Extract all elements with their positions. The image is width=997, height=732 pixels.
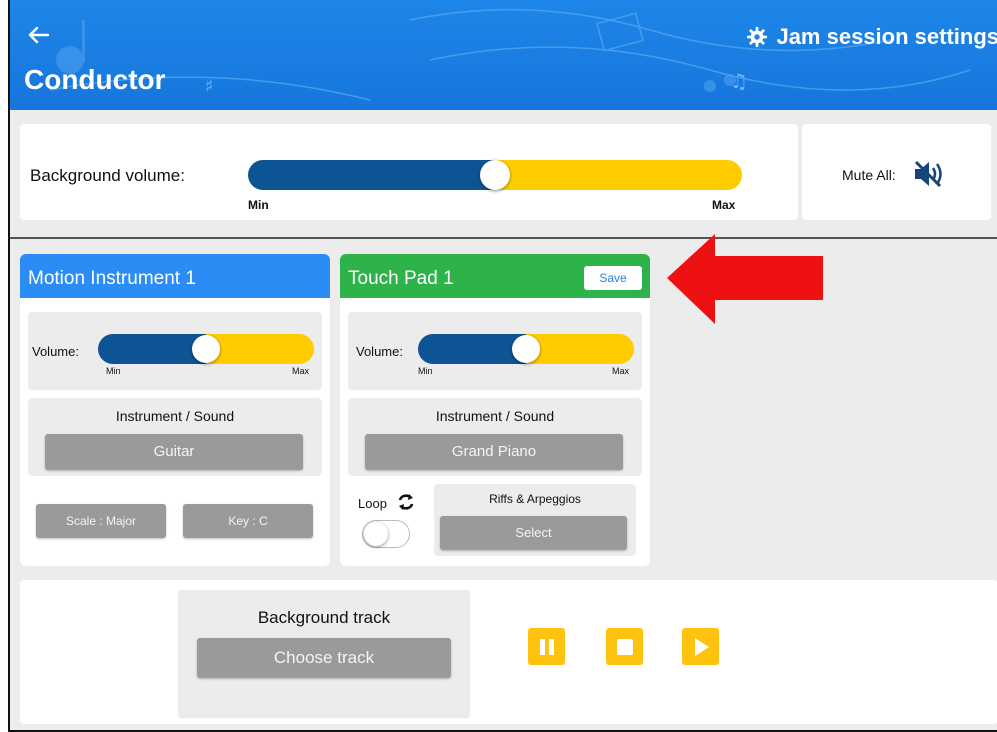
loop-icon <box>398 494 414 510</box>
motion-sound-title: Instrument / Sound <box>115 408 235 424</box>
slider-fill-left <box>248 160 495 190</box>
slider-fill-right <box>526 334 634 364</box>
mute-all-button[interactable] <box>912 160 944 193</box>
app-frame: ♯ ♫ Conductor Jam session settings Backg… <box>8 0 997 732</box>
motion-sound-button[interactable]: Guitar <box>45 434 303 470</box>
back-button[interactable] <box>24 20 54 50</box>
touch-sound-title: Instrument / Sound <box>435 408 555 424</box>
touch-sound-button[interactable]: Grand Piano <box>365 434 623 470</box>
loop-toggle[interactable] <box>362 520 410 548</box>
play-icon <box>694 637 709 656</box>
background-volume-label: Background volume: <box>30 166 185 185</box>
pause-button[interactable] <box>528 628 565 665</box>
key-button[interactable]: Key : C <box>183 504 313 538</box>
stop-button[interactable] <box>606 628 643 665</box>
app-header: ♯ ♫ Conductor Jam session settings <box>10 0 997 110</box>
play-button[interactable] <box>682 628 719 665</box>
slider-knob[interactable] <box>192 335 220 363</box>
volume-muted-icon <box>914 160 942 188</box>
red-arrow-annotation <box>667 234 823 324</box>
settings-label: Jam session settings <box>776 24 997 49</box>
slider-knob[interactable] <box>512 335 540 363</box>
scale-button[interactable]: Scale : Major <box>36 504 166 538</box>
touch-pad-panel: Touch Pad 1 Save Volume: Min Max Instrum… <box>340 254 650 566</box>
motion-volume-box: Volume: Min Max <box>28 312 322 390</box>
page-title: Conductor <box>24 64 166 95</box>
touch-volume-label: Volume: <box>356 344 403 359</box>
choose-track-button[interactable]: Choose track <box>197 638 451 678</box>
touch-volume-slider[interactable] <box>418 334 634 364</box>
motion-volume-label: Volume: <box>32 344 79 359</box>
slider-fill-left <box>98 334 206 364</box>
background-track-box: Background track Choose track <box>178 590 470 718</box>
touch-volume-min: Min <box>418 366 433 376</box>
slider-fill-right <box>495 160 742 190</box>
arrow-left-icon <box>28 26 50 44</box>
toggle-knob <box>364 522 388 546</box>
touch-sound-box: Instrument / Sound Grand Piano <box>348 398 642 476</box>
section-divider <box>10 237 997 239</box>
jam-session-settings-button[interactable]: Jam session settings <box>746 24 997 50</box>
loop-icon-wrap <box>396 492 416 517</box>
motion-instrument-header: Motion Instrument 1 <box>20 254 330 298</box>
motion-sound-box: Instrument / Sound Guitar <box>28 398 322 476</box>
riffs-select-button[interactable]: Select <box>440 516 627 550</box>
pause-icon <box>539 638 554 655</box>
save-button[interactable]: Save <box>584 266 642 290</box>
stop-icon <box>616 638 633 655</box>
touch-volume-box: Volume: Min Max <box>348 312 642 390</box>
motion-instrument-panel: Motion Instrument 1 Volume: Min Max Inst… <box>20 254 330 566</box>
touch-pad-title: Touch Pad 1 <box>348 268 454 289</box>
background-track-title: Background track <box>257 608 391 627</box>
gear-icon <box>747 26 768 48</box>
background-volume-card: Background volume: Min Max <box>20 124 798 220</box>
motion-volume-slider[interactable] <box>98 334 314 364</box>
background-track-card: Background track Choose track <box>20 580 997 724</box>
slider-knob[interactable] <box>480 160 510 190</box>
touch-volume-max: Max <box>612 366 630 376</box>
riffs-box: Riffs & Arpeggios Select <box>434 484 636 556</box>
svg-text:♫: ♫ <box>730 69 748 93</box>
background-volume-min: Min <box>248 198 269 212</box>
background-volume-max: Max <box>712 198 736 212</box>
mute-all-card: Mute All: <box>802 124 991 220</box>
slider-fill-right <box>206 334 314 364</box>
riffs-title: Riffs & Arpeggios <box>489 492 581 506</box>
svg-text:♯: ♯ <box>205 76 214 97</box>
motion-volume-max: Max <box>292 366 310 376</box>
slider-fill-left <box>418 334 526 364</box>
mute-all-label: Mute All: <box>842 167 896 183</box>
motion-instrument-title: Motion Instrument 1 <box>28 268 196 289</box>
loop-label: Loop <box>358 496 387 511</box>
background-volume-slider[interactable] <box>248 160 742 190</box>
motion-volume-min: Min <box>106 366 121 376</box>
